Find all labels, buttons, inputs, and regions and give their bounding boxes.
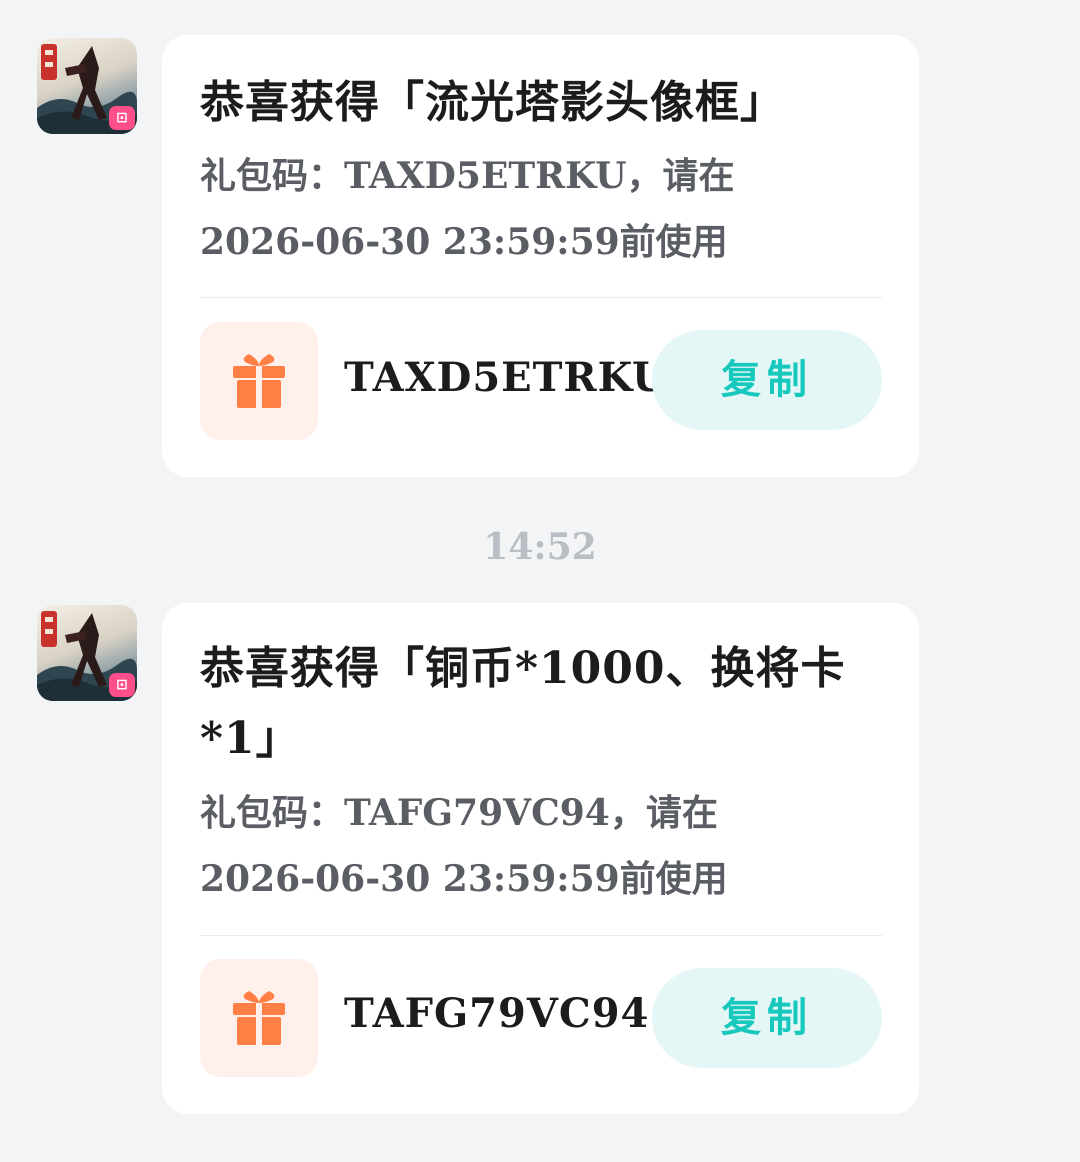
divider [200, 935, 882, 936]
card-desc-line2: 2026-06-30 23:59:59前使用 [200, 221, 728, 263]
gift-card: 恭喜获得「流光塔影头像框」 礼包码：TAXD5ETRKU，请在 2026-06-… [162, 35, 919, 477]
gift-icon [233, 991, 285, 1045]
card-title-line2: *1」 [200, 713, 301, 764]
gift-code: TAFG79VC94 [344, 990, 650, 1037]
app-badge-icon: ⊡ [109, 673, 135, 697]
gift-icon-box [200, 959, 318, 1077]
card-desc-line1: 礼包码：TAXD5ETRKU，请在 [200, 155, 735, 197]
game-app-icon[interactable]: ⊡ [37, 605, 137, 701]
gift-code: TAXD5ETRKU [344, 354, 668, 401]
copy-button[interactable]: 复制 [652, 330, 882, 430]
app-badge-icon: ⊡ [109, 106, 135, 130]
game-app-icon[interactable]: ⊡ [37, 38, 137, 134]
card-title-line1: 恭喜获得「铜币*1000、换将卡 [200, 643, 846, 694]
card-title: 恭喜获得「流光塔影头像框」 [200, 77, 785, 128]
message-timestamp: 14:52 [483, 526, 597, 568]
gift-card: 恭喜获得「铜币*1000、换将卡 *1」 礼包码：TAFG79VC94，请在 2… [162, 603, 919, 1114]
gift-icon [233, 354, 285, 408]
divider [200, 297, 882, 298]
card-desc-line1: 礼包码：TAFG79VC94，请在 [200, 792, 718, 834]
card-desc-line2: 2026-06-30 23:59:59前使用 [200, 858, 728, 900]
gift-icon-box [200, 322, 318, 440]
copy-button[interactable]: 复制 [652, 968, 882, 1068]
